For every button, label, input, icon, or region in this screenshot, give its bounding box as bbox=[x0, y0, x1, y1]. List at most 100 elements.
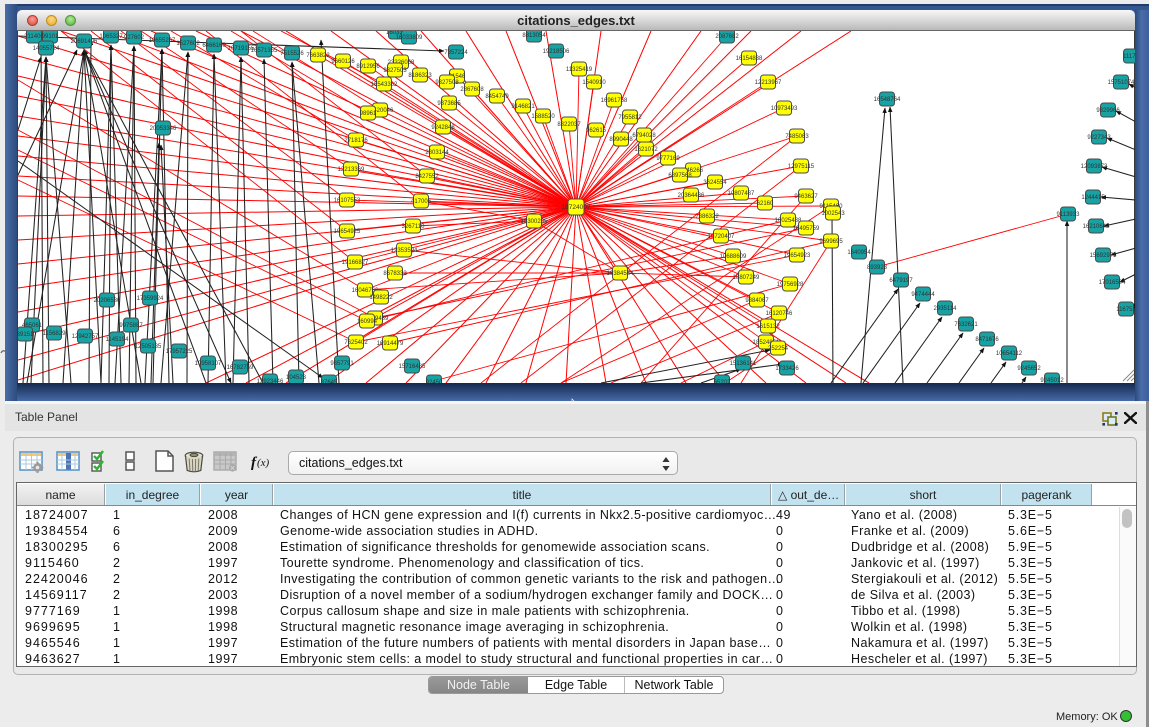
svg-text:9227343: 9227343 bbox=[1087, 135, 1111, 141]
svg-text:16782759: 16782759 bbox=[227, 365, 254, 371]
svg-text:9245652: 9245652 bbox=[1017, 366, 1041, 372]
svg-text:9975887: 9975887 bbox=[119, 323, 143, 329]
svg-text:9777169: 9777169 bbox=[656, 156, 680, 162]
svg-text:12213967: 12213967 bbox=[755, 80, 782, 86]
svg-text:16961758: 16961758 bbox=[601, 98, 628, 104]
svg-text:8471676: 8471676 bbox=[975, 337, 999, 343]
svg-text:19384554: 19384554 bbox=[607, 271, 634, 277]
svg-text:1640954: 1640954 bbox=[847, 250, 871, 256]
svg-text:9327503: 9327503 bbox=[383, 68, 407, 74]
svg-text:19218506: 19218506 bbox=[543, 49, 570, 55]
svg-text:16543362: 16543362 bbox=[371, 82, 398, 88]
svg-text:927602: 927602 bbox=[124, 35, 145, 41]
svg-text:9146821: 9146821 bbox=[511, 104, 535, 110]
svg-text:3267110: 3267110 bbox=[402, 224, 426, 230]
svg-text:8427552: 8427552 bbox=[415, 174, 439, 180]
svg-text:9242848: 9242848 bbox=[431, 125, 455, 131]
svg-text:116753: 116753 bbox=[1116, 307, 1135, 313]
svg-text:1588520: 1588520 bbox=[531, 114, 555, 120]
svg-text:9660126: 9660126 bbox=[331, 59, 355, 65]
svg-text:7357224: 7357224 bbox=[444, 50, 468, 56]
svg-text:9245012: 9245012 bbox=[1040, 378, 1064, 383]
svg-text:11325419: 11325419 bbox=[566, 67, 593, 73]
svg-text:8990448: 8990448 bbox=[609, 137, 633, 143]
svg-text:3624554: 3624554 bbox=[703, 180, 727, 186]
svg-text:252254: 252254 bbox=[768, 346, 789, 352]
svg-text:10973493: 10973493 bbox=[771, 106, 798, 112]
svg-text:6897568: 6897568 bbox=[668, 173, 692, 179]
svg-text:9329966: 9329966 bbox=[1096, 108, 1120, 114]
svg-text:20206536: 20206536 bbox=[94, 298, 121, 304]
svg-text:18300295: 18300295 bbox=[521, 219, 548, 225]
svg-text:11173: 11173 bbox=[1123, 54, 1135, 60]
svg-text:9699695: 9699695 bbox=[819, 239, 843, 245]
svg-text:7485063: 7485063 bbox=[785, 134, 809, 140]
svg-text:17016504: 17016504 bbox=[1099, 280, 1126, 286]
svg-text:1621072: 1621072 bbox=[634, 147, 658, 153]
svg-text:12975115: 12975115 bbox=[788, 164, 815, 170]
svg-text:16495759: 16495759 bbox=[793, 226, 820, 232]
svg-text:10655267: 10655267 bbox=[149, 38, 176, 44]
svg-text:6466160: 6466160 bbox=[202, 43, 226, 49]
svg-text:8678332: 8678332 bbox=[383, 271, 407, 277]
svg-text:19756928: 19756928 bbox=[777, 282, 804, 288]
svg-text:1615132: 1615132 bbox=[756, 324, 780, 330]
svg-text:20364436: 20364436 bbox=[678, 193, 705, 199]
svg-text:14055724: 14055724 bbox=[33, 46, 60, 52]
svg-text:1527602: 1527602 bbox=[176, 41, 200, 47]
svg-text:104523: 104523 bbox=[286, 375, 307, 381]
svg-text:1156829: 1156829 bbox=[43, 331, 67, 337]
svg-text:15692971: 15692971 bbox=[1090, 253, 1117, 259]
svg-text:1065327: 1065327 bbox=[99, 34, 123, 40]
svg-text:9463627: 9463627 bbox=[794, 194, 818, 200]
svg-text:8813054: 8813054 bbox=[522, 33, 546, 39]
svg-text:1002543: 1002543 bbox=[821, 211, 845, 217]
svg-text:15716485: 15716485 bbox=[399, 364, 426, 370]
svg-text:1540910: 1540910 bbox=[582, 80, 606, 86]
svg-text:10807487: 10807487 bbox=[728, 191, 755, 197]
svg-text:16210643: 16210643 bbox=[1083, 224, 1110, 230]
svg-text:19654925: 19654925 bbox=[334, 229, 361, 235]
svg-text:7632621: 7632621 bbox=[954, 322, 978, 328]
svg-text:15720407: 15720407 bbox=[708, 234, 735, 240]
svg-text:12093873: 12093873 bbox=[1081, 164, 1108, 170]
svg-text:962615: 962615 bbox=[586, 128, 607, 134]
svg-text:87645: 87645 bbox=[321, 380, 338, 383]
svg-text:20053346: 20053346 bbox=[150, 126, 177, 132]
svg-text:16571355: 16571355 bbox=[251, 48, 278, 54]
svg-text:15136141: 15136141 bbox=[730, 361, 757, 367]
svg-text:12942757: 12942757 bbox=[72, 334, 99, 340]
svg-text:1733426: 1733426 bbox=[775, 366, 799, 372]
svg-text:8322037: 8322037 bbox=[557, 122, 581, 128]
svg-text:2803144: 2803144 bbox=[425, 150, 449, 156]
svg-text:16033809: 16033809 bbox=[396, 35, 423, 41]
svg-text:10025438: 10025438 bbox=[775, 218, 802, 224]
svg-text:2087682: 2087682 bbox=[715, 34, 739, 40]
svg-text:17359924: 17359924 bbox=[137, 296, 164, 302]
svg-text:39151: 39151 bbox=[18, 332, 34, 338]
svg-text:16120746: 16120746 bbox=[766, 311, 793, 317]
svg-text:9884067: 9884067 bbox=[745, 298, 769, 304]
svg-text:1244415: 1244415 bbox=[1081, 195, 1105, 201]
svg-text:12505135: 12505135 bbox=[135, 344, 162, 350]
svg-text:10654112: 10654112 bbox=[996, 351, 1023, 357]
svg-text:98961: 98961 bbox=[360, 111, 377, 117]
svg-text:7515526: 7515526 bbox=[280, 51, 304, 57]
svg-text:9474444: 9474444 bbox=[911, 292, 935, 298]
svg-text:19166827: 19166827 bbox=[342, 260, 369, 266]
svg-text:17957225: 17957225 bbox=[166, 349, 193, 355]
svg-text:16914479: 16914479 bbox=[377, 341, 404, 347]
svg-text:9373685: 9373685 bbox=[437, 101, 461, 107]
svg-text:15751074: 15751074 bbox=[1108, 80, 1135, 86]
svg-text:18807249: 18807249 bbox=[733, 275, 760, 281]
svg-text:2935114: 2935114 bbox=[934, 306, 958, 312]
svg-text:(x): (x) bbox=[257, 457, 270, 469]
svg-text:16107553: 16107553 bbox=[334, 198, 361, 204]
svg-text:160994: 160994 bbox=[357, 319, 378, 325]
svg-text:8912956: 8912956 bbox=[356, 64, 380, 70]
svg-text:1498222: 1498222 bbox=[369, 295, 393, 301]
svg-text:1145194: 1145194 bbox=[106, 337, 130, 343]
svg-text:6794028: 6794028 bbox=[632, 133, 656, 139]
svg-text:92450: 92450 bbox=[426, 380, 443, 383]
svg-text:7625402: 7625402 bbox=[344, 340, 368, 346]
